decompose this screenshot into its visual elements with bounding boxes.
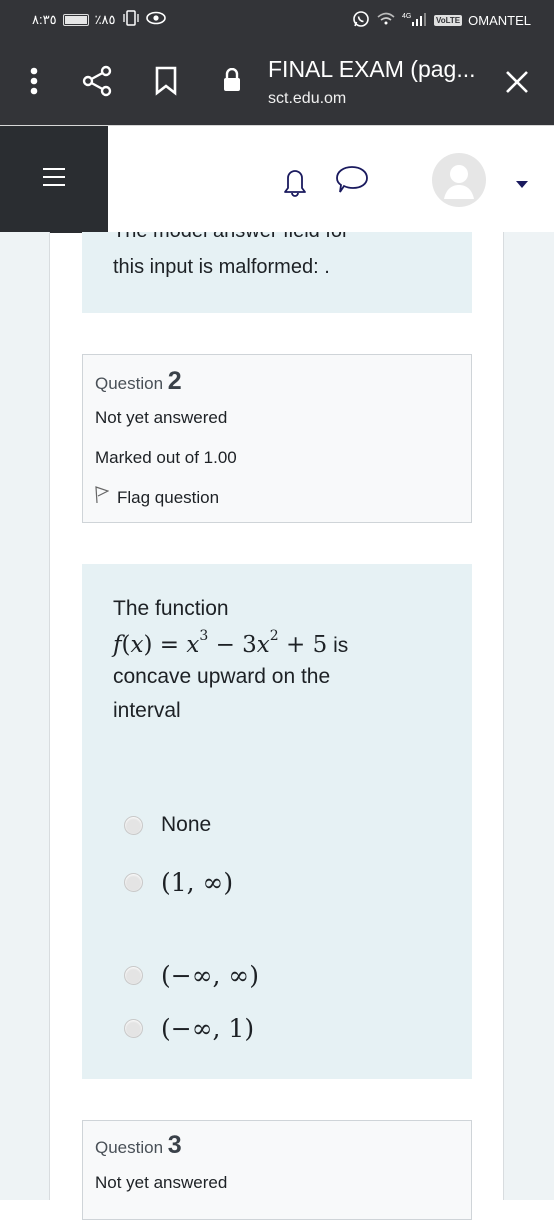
page-title: FINAL EXAM (pag...: [268, 56, 476, 82]
flag-question-label: Flag question: [117, 487, 220, 507]
question-label: Question: [95, 1138, 164, 1157]
formula-suffix: is: [327, 634, 349, 657]
answer-option[interactable]: (−∞, ∞): [124, 961, 259, 990]
question-number-value: 2: [167, 367, 182, 395]
whatsapp-icon: [352, 10, 370, 31]
answer-option[interactable]: (1, ∞): [124, 868, 233, 897]
option-label: (−∞, ∞): [161, 961, 259, 990]
drawer-toggle-button[interactable]: [0, 126, 108, 233]
left-page-gutter: [0, 232, 50, 1200]
hamburger-menu-icon: [43, 167, 65, 192]
question-state: Not yet answered: [95, 408, 228, 427]
formula-math: f(x) = x3 − 3x2 + 5: [113, 628, 328, 658]
clock: ٨:٣٥: [32, 11, 57, 27]
previous-question-line-2: this input is malformed: .: [113, 256, 330, 278]
question-2-formulation: The function f(x) = x3 − 3x2 + 5 is conc…: [82, 564, 472, 1079]
question-text-line-3: concave upward on the: [113, 665, 331, 688]
option-label: (−∞, 1): [161, 1014, 255, 1043]
option-label: (1, ∞): [161, 868, 234, 897]
battery-icon: [62, 13, 89, 26]
page-url[interactable]: sct.edu.om: [268, 90, 346, 108]
chat-bubble-icon[interactable]: [334, 164, 370, 201]
vibrate-icon: [122, 10, 140, 29]
question-text-line-4: interval: [113, 699, 181, 722]
question-state: Not yet answered: [95, 1173, 228, 1192]
question-label: Question: [95, 374, 164, 393]
radio-button[interactable]: [124, 815, 143, 835]
more-vert-icon[interactable]: [28, 66, 40, 101]
flag-question-button[interactable]: Flag question: [95, 486, 219, 509]
answer-option[interactable]: (−∞, 1): [124, 1014, 254, 1043]
question-number: Question 3: [95, 1131, 182, 1160]
caret-down-icon[interactable]: [516, 176, 528, 194]
share-icon[interactable]: [82, 65, 112, 102]
bookmark-icon[interactable]: [155, 66, 177, 101]
site-navbar: [0, 125, 554, 233]
network-type: 4G: [402, 13, 411, 20]
question-text-intro: The function: [113, 597, 229, 620]
question-2-info: Question 2 Not yet answered Marked out o…: [82, 354, 472, 523]
radio-button[interactable]: [124, 966, 143, 985]
lock-icon: [223, 67, 241, 97]
wifi-icon: [376, 11, 396, 30]
flag-icon: [95, 486, 110, 509]
eye-icon: [145, 11, 166, 28]
volte-badge: VoLTE: [434, 15, 463, 26]
option-label: None: [161, 813, 212, 836]
signal-icon: 4G: [402, 11, 428, 30]
avatar[interactable]: [432, 153, 486, 212]
battery-percent: ٪٨٥: [94, 11, 116, 27]
answer-option[interactable]: None: [124, 813, 211, 837]
carrier-name: OMANTEL: [468, 13, 531, 28]
question-3-info: Question 3 Not yet answered: [82, 1120, 472, 1220]
previous-question-line-1: The model answer field for: [113, 232, 349, 243]
question-number-value: 3: [167, 1131, 182, 1159]
bell-icon[interactable]: [282, 166, 308, 203]
radio-button[interactable]: [124, 1019, 143, 1038]
close-icon[interactable]: [505, 70, 529, 99]
right-page-gutter: [503, 232, 554, 1200]
question-number: Question 2: [95, 367, 182, 396]
status-bar: ٨:٣٥ ٪٨٥ 4G VoLTE OMANTEL: [0, 0, 554, 38]
question-marks: Marked out of 1.00: [95, 448, 237, 467]
question-formula: f(x) = x3 − 3x2 + 5 is: [113, 628, 348, 658]
radio-button[interactable]: [124, 873, 143, 892]
browser-toolbar: FINAL EXAM (pag... sct.edu.om: [0, 38, 554, 125]
previous-question-text: The model answer field for this input is…: [82, 232, 472, 313]
